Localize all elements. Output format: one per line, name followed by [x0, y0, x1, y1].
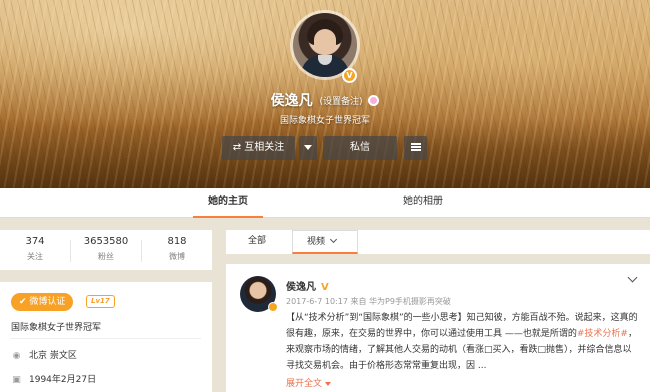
female-icon [368, 94, 380, 106]
feed-post: 侯逸凡 V 2017-6-7 10:17 来自 华为P9手机摄影再突破 【从“技术… [226, 264, 650, 392]
stat-following[interactable]: 374 关注 [0, 236, 70, 262]
tab-home[interactable]: 她的主页 [193, 188, 263, 218]
avatar-face [314, 29, 336, 55]
location-row: ◉ 北京 崇文区 [12, 348, 77, 361]
more-menu-button[interactable] [404, 136, 427, 160]
birthday-text: 1994年2月27日 [29, 375, 97, 385]
chevron-down-icon [329, 235, 338, 244]
stat-value: 374 [25, 236, 45, 247]
set-remark-link[interactable]: (设置备注) [319, 97, 362, 107]
stat-label: 粉丝 [98, 252, 114, 261]
weibo-verify-badge[interactable]: ✔ 微博认证 [11, 293, 73, 311]
verified-icon: V [342, 68, 357, 83]
stat-posts[interactable]: 818 微博 [142, 236, 212, 262]
profile-tagline: 国际象棋女子世界冠军 [279, 116, 370, 126]
filter-video-label: 视频 [307, 237, 326, 247]
mutual-follow-button[interactable]: ⇄ 互相关注 [222, 136, 295, 160]
feed-filter-bar: 全部 视频 [226, 230, 650, 254]
profile-name-row: 侯逸凡 (设置备注) [0, 90, 650, 110]
level-badge[interactable]: Lv17 [86, 295, 115, 308]
profile-info-card: ✔ 微博认证 Lv17 国际象棋女子世界冠军 ◉ 北京 崇文区 ▣ 1994年2月2… [0, 282, 212, 392]
post-author[interactable]: 侯逸凡 V [286, 278, 329, 293]
stat-label: 关注 [27, 252, 43, 261]
stat-value: 818 [167, 236, 187, 247]
verify-label: 微博认证 [29, 297, 66, 307]
cake-icon: ▣ [12, 375, 21, 385]
chevron-down-icon [325, 381, 332, 386]
profile-tabs: 她的主页 她的相册 [0, 188, 650, 218]
verified-icon: ✔ [19, 297, 27, 307]
divider [11, 338, 201, 339]
post-text: 【从“技术分析”到“国际象棋”的一些小思考】知己知彼，方能百战不殆。说起来，这真… [286, 310, 638, 374]
menu-icon [410, 143, 421, 151]
location-icon: ◉ [12, 351, 21, 361]
expand-label: 展开全文 [286, 379, 323, 389]
birthday-row: ▣ 1994年2月27日 [12, 372, 96, 385]
tab-album[interactable]: 她的相册 [388, 188, 458, 218]
chevron-down-icon [304, 144, 312, 150]
filter-video[interactable]: 视频 [292, 230, 358, 254]
follow-dropdown-button[interactable] [299, 136, 317, 160]
filter-all[interactable]: 全部 [248, 230, 266, 254]
profile-description: 国际象棋女子世界冠军 [11, 323, 102, 333]
expand-full-text-link[interactable]: 展开全文 [286, 376, 332, 389]
profile-stats: 374 关注 3653580 粉丝 818 微博 [0, 230, 212, 270]
stat-followers[interactable]: 3653580 粉丝 [71, 236, 141, 262]
post-meta[interactable]: 2017-6-7 10:17 来自 华为P9手机摄影再突破 [286, 296, 451, 307]
profile-name: 侯逸凡 [270, 93, 313, 109]
hashtag-link[interactable]: #技术分析# [577, 329, 628, 339]
chevron-down-icon[interactable] [627, 272, 638, 283]
location-text: 北京 崇文区 [29, 351, 77, 361]
stat-value: 3653580 [83, 236, 129, 247]
verified-icon [268, 302, 278, 312]
stat-label: 微博 [169, 252, 185, 261]
verified-icon: V [321, 282, 329, 293]
message-button[interactable]: 私信 [323, 136, 397, 160]
post-author-name: 侯逸凡 [286, 282, 316, 293]
